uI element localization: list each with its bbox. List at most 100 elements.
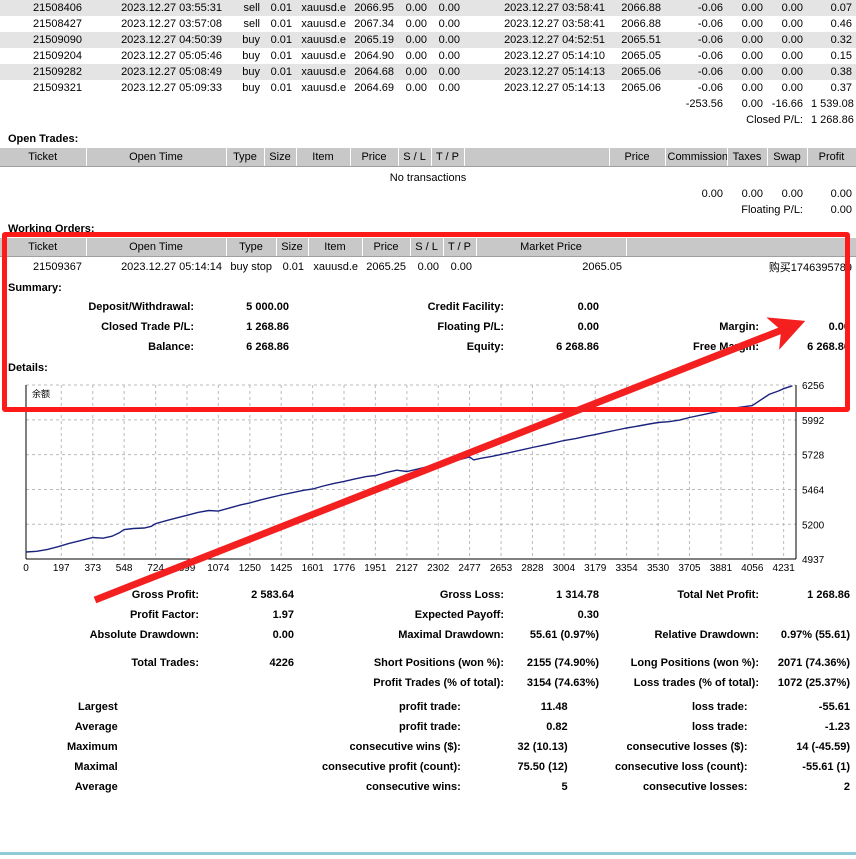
x-tick-15: 2653 (490, 563, 512, 574)
floating-pl-row: Floating P/L:0.00 (0, 202, 856, 218)
stat-value-1-2 (765, 605, 856, 625)
table-row[interactable]: 215093212023.12.27 05:09:33buy0.01xauusd… (0, 80, 856, 96)
stat-label-2-1: Maximal Drawdown: (335, 625, 510, 645)
working-orders-caption: Working Orders: (0, 218, 856, 238)
wo-item: xauusd.e (308, 257, 362, 278)
column-header-2[interactable]: Type (226, 148, 264, 167)
wo-column-header-9[interactable] (626, 238, 856, 257)
open-total-swap: 0.00 (767, 186, 807, 202)
wo-column-header-5[interactable]: Price (362, 238, 410, 257)
summary-value-2-2: 6 268.86 (765, 337, 856, 357)
wo-price: 2065.25 (362, 257, 410, 278)
wo-tp: 0.00 (443, 257, 476, 278)
stat3-label2-2: consecutive losses ($): (591, 737, 754, 757)
floating-pl-value: 0.00 (807, 202, 856, 218)
column-header-3[interactable]: Size (264, 148, 296, 167)
x-tick-5: 899 (179, 563, 196, 574)
stat3-label-4: consecutive wins: (270, 777, 467, 797)
stats-row: Averageconsecutive wins:5consecutive los… (0, 777, 856, 797)
summary-value-2-0: 6 268.86 (200, 337, 295, 357)
column-header-6[interactable]: S / L (398, 148, 431, 167)
open-trades-empty-row: No transactions (0, 167, 856, 187)
x-tick-0: 0 (23, 563, 29, 574)
closed-pl-value: 1 268.86 (807, 112, 856, 128)
table-row[interactable]: 215093672023.12.27 05:14:14buy stop0.01x… (0, 257, 856, 278)
stat3-value2-4: 2 (754, 777, 856, 797)
stat-label-0-1: Gross Loss: (335, 585, 510, 605)
column-header-9[interactable]: Price (609, 148, 665, 167)
wo-open-time: 2023.12.27 05:14:14 (86, 257, 226, 278)
stat2-label-1-0 (0, 673, 205, 693)
x-tick-12: 2127 (396, 563, 418, 574)
x-tick-24: 4231 (773, 563, 795, 574)
stats-grid-1: Gross Profit:2 583.64Gross Loss:1 314.78… (0, 585, 856, 645)
summary-value-1-0: 1 268.86 (200, 317, 295, 337)
x-tick-14: 2477 (458, 563, 480, 574)
wo-column-header-2[interactable]: Type (226, 238, 276, 257)
working-orders-table: TicketOpen TimeTypeSizeItemPriceS / LT /… (0, 238, 856, 277)
summary-label-2-2: Free Margin: (635, 337, 765, 357)
table-row[interactable]: 215084062023.12.27 03:55:31sell0.01xauus… (0, 0, 856, 16)
stat2-value-1-0 (205, 673, 300, 693)
wo-column-header-4[interactable]: Item (308, 238, 362, 257)
stat-label-1-1: Expected Payoff: (335, 605, 510, 625)
column-header-10[interactable]: Commission (665, 148, 727, 167)
summary-label-1-0: Closed Trade P/L: (0, 317, 200, 337)
column-header-13[interactable]: Profit (807, 148, 856, 167)
wo-sl: 0.00 (410, 257, 443, 278)
column-header-11[interactable]: Taxes (727, 148, 767, 167)
stat3-label2-1: loss trade: (591, 717, 754, 737)
stat3-label-2: consecutive wins ($): (270, 737, 467, 757)
svg-text:4937: 4937 (802, 555, 825, 563)
wo-column-header-1[interactable]: Open Time (86, 238, 226, 257)
stat3-prefix-1: Average (0, 717, 124, 737)
stat3-label-3: consecutive profit (count): (270, 757, 467, 777)
stat3-value-0: 11.48 (467, 697, 574, 717)
stat-label-1-0: Profit Factor: (0, 605, 205, 625)
closed-trades-table: 215084062023.12.27 03:55:31sell0.01xauus… (0, 0, 856, 128)
stats-row: Profit Trades (% of total):3154 (74.63%)… (0, 673, 856, 693)
stats-grid-2: Total Trades:4226Short Positions (won %)… (0, 653, 856, 693)
x-tick-4: 724 (147, 563, 164, 574)
wo-comment: 购买1746395789 (626, 257, 856, 278)
open-total-taxes: 0.00 (727, 186, 767, 202)
column-header-12[interactable]: Swap (767, 148, 807, 167)
summary-grid: Deposit/Withdrawal:5 000.00Credit Facili… (0, 297, 856, 357)
stat-value-0-1: 1 314.78 (510, 585, 605, 605)
stat3-value2-0: -55.61 (754, 697, 856, 717)
stat3-prefix-0: Largest (0, 697, 124, 717)
table-row[interactable]: 215090902023.12.27 04:50:39buy0.01xauusd… (0, 32, 856, 48)
bottom-rule (0, 852, 856, 855)
stat3-label2-0: loss trade: (591, 697, 754, 717)
wo-column-header-8[interactable]: Market Price (476, 238, 626, 257)
wo-column-header-0[interactable]: Ticket (0, 238, 86, 257)
stat2-value-1-2: 1072 (25.37%) (765, 673, 856, 693)
stat3-value2-1: -1.23 (754, 717, 856, 737)
x-tick-17: 3004 (553, 563, 575, 574)
column-header-4[interactable]: Item (296, 148, 350, 167)
x-tick-23: 4056 (741, 563, 763, 574)
summary-label-2-0: Balance: (0, 337, 200, 357)
column-header-5[interactable]: Price (350, 148, 398, 167)
column-header-7[interactable]: T / P (431, 148, 464, 167)
stats-row: Absolute Drawdown:0.00Maximal Drawdown:5… (0, 625, 856, 645)
column-header-0[interactable]: Ticket (0, 148, 86, 167)
summary-row: Balance:6 268.86Equity:6 268.86Free Marg… (0, 337, 856, 357)
stat2-value-1-1: 3154 (74.63%) (510, 673, 605, 693)
table-row[interactable]: 215092042023.12.27 05:05:46buy0.01xauusd… (0, 48, 856, 64)
column-header-8[interactable] (464, 148, 609, 167)
table-row[interactable]: 215084272023.12.27 03:57:08sell0.01xauus… (0, 16, 856, 32)
x-tick-2: 373 (84, 563, 101, 574)
svg-text:5992: 5992 (802, 416, 825, 427)
stat2-value-0-2: 2071 (74.36%) (765, 653, 856, 673)
table-row[interactable]: 215092822023.12.27 05:08:49buy0.01xauusd… (0, 64, 856, 80)
x-tick-8: 1425 (270, 563, 292, 574)
stats-row: Profit Factor:1.97Expected Payoff:0.30 (0, 605, 856, 625)
stat3-value2-2: 14 (-45.59) (754, 737, 856, 757)
x-tick-1: 197 (53, 563, 70, 574)
wo-column-header-7[interactable]: T / P (443, 238, 476, 257)
wo-column-header-6[interactable]: S / L (410, 238, 443, 257)
column-header-1[interactable]: Open Time (86, 148, 226, 167)
open-totals-row: 0.000.000.000.00 (0, 186, 856, 202)
wo-column-header-3[interactable]: Size (276, 238, 308, 257)
